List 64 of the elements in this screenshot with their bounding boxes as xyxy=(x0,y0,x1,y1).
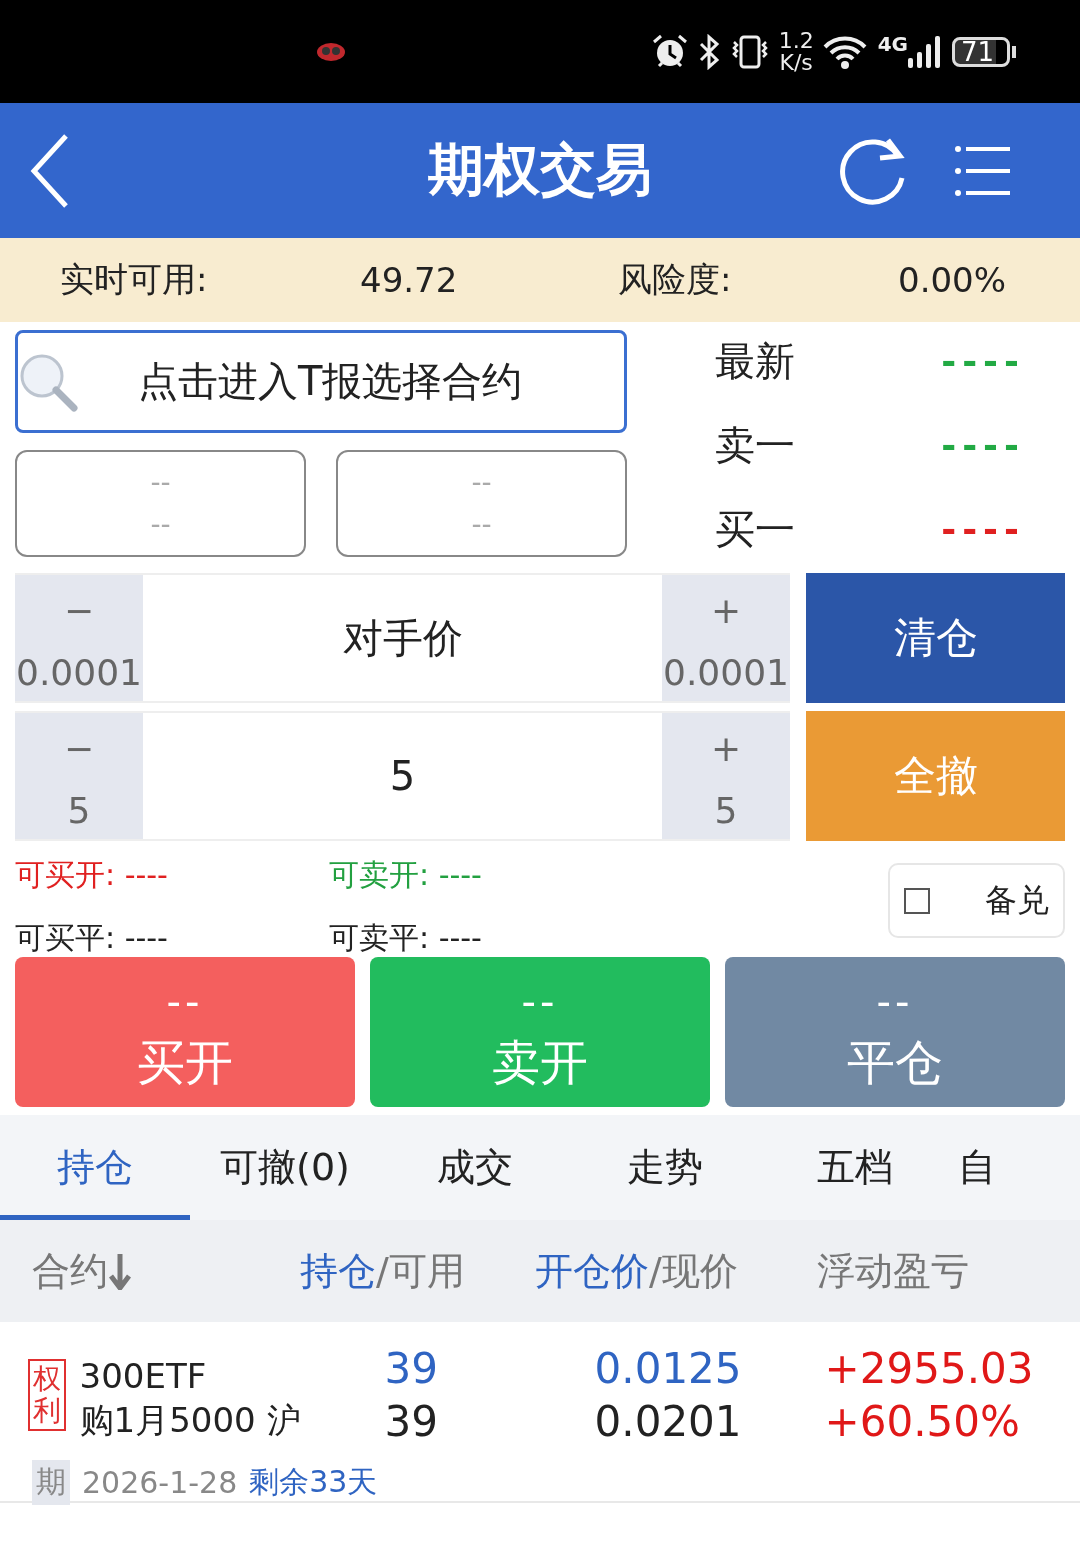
tab[interactable]: 走势 xyxy=(570,1115,760,1220)
column-header: 持仓/可用 xyxy=(300,1248,465,1293)
column-header[interactable]: 合约 xyxy=(32,1245,108,1297)
network-speed: 1.2 xyxy=(778,29,814,52)
page-title: 期权交易 xyxy=(428,136,652,202)
tab[interactable]: 五档 xyxy=(760,1115,950,1220)
position-count: 39 xyxy=(384,1343,440,1395)
stepper-value: 对手价 xyxy=(342,613,463,663)
expiry-date: 2026-1-28 xyxy=(82,1465,238,1500)
search-field[interactable]: 点击进入T报选择合约 xyxy=(15,330,627,433)
quote-label: 卖一 xyxy=(715,420,795,470)
field-line: -- xyxy=(150,506,171,543)
open-price: 0.0125 xyxy=(594,1343,743,1395)
quote-value: ---- xyxy=(941,340,1025,382)
battery-level: 71 xyxy=(952,36,1010,67)
risk-label: 风险度: xyxy=(618,258,733,301)
contract-name: 300ETF xyxy=(79,1355,208,1398)
notification-icon xyxy=(316,41,346,62)
risk-value: 0.00% xyxy=(898,260,1006,300)
capacity-text: 可卖平: ---- xyxy=(329,919,483,957)
tab[interactable]: 成交 xyxy=(380,1115,570,1220)
capacity-text: 可买开: ---- xyxy=(15,856,169,894)
contract-detail: 购1月5000 沪 xyxy=(79,1399,302,1442)
stepper-value: 5 xyxy=(389,753,416,799)
field-line: -- xyxy=(150,464,171,501)
increase-button[interactable]: + 0.0001 xyxy=(662,575,790,701)
network-type: 4G xyxy=(877,32,908,56)
available-label: 实时可用: xyxy=(60,258,209,301)
tab[interactable]: 可撤(0) xyxy=(190,1115,380,1220)
capacity-text: 可买平: ---- xyxy=(15,919,169,957)
available-count: 39 xyxy=(384,1396,440,1448)
option-type-tag: 权利 xyxy=(28,1359,66,1431)
available-value: 49.72 xyxy=(360,260,459,300)
checkbox-label: 备兑 xyxy=(985,879,1049,921)
column-header: 浮动盈亏 xyxy=(817,1248,969,1293)
quote-label: 最新 xyxy=(715,336,795,386)
trade-button[interactable]: -- 卖开 xyxy=(370,957,710,1107)
sort-icon[interactable] xyxy=(108,1252,132,1290)
days-remaining: 剩余33天 xyxy=(249,1463,378,1501)
action-button[interactable]: 清仓 xyxy=(806,573,1065,703)
covered-option[interactable]: 备兑 xyxy=(888,863,1065,938)
current-price: 0.0201 xyxy=(594,1396,743,1448)
trade-button[interactable]: -- 买开 xyxy=(15,957,355,1107)
column-header: 开仓价/现价 xyxy=(535,1248,738,1293)
alarm-icon xyxy=(650,33,689,70)
quote-value: ---- xyxy=(941,424,1025,466)
menu-icon[interactable] xyxy=(954,144,1010,197)
pnl-percent: +60.50% xyxy=(824,1396,1021,1448)
field-line: -- xyxy=(471,506,492,543)
decrease-button[interactable]: − 0.0001 xyxy=(15,575,143,701)
field-line: -- xyxy=(471,464,492,501)
checkbox[interactable] xyxy=(904,887,930,914)
speed-unit: K/s xyxy=(778,51,814,74)
floating-pnl: +2955.03 xyxy=(824,1343,1034,1395)
quote-label: 买一 xyxy=(715,504,795,554)
decrease-button[interactable]: − 5 xyxy=(15,713,143,839)
back-icon[interactable] xyxy=(30,132,70,209)
quote-value: ---- xyxy=(941,508,1025,550)
tab[interactable]: 自 xyxy=(950,1115,1010,1220)
capacity-text: 可卖开: ---- xyxy=(329,856,483,894)
trade-button[interactable]: -- 平仓 xyxy=(725,957,1065,1107)
increase-button[interactable]: + 5 xyxy=(662,713,790,839)
expiry-badge: 期 xyxy=(32,1460,70,1505)
signal-icon xyxy=(908,33,942,70)
